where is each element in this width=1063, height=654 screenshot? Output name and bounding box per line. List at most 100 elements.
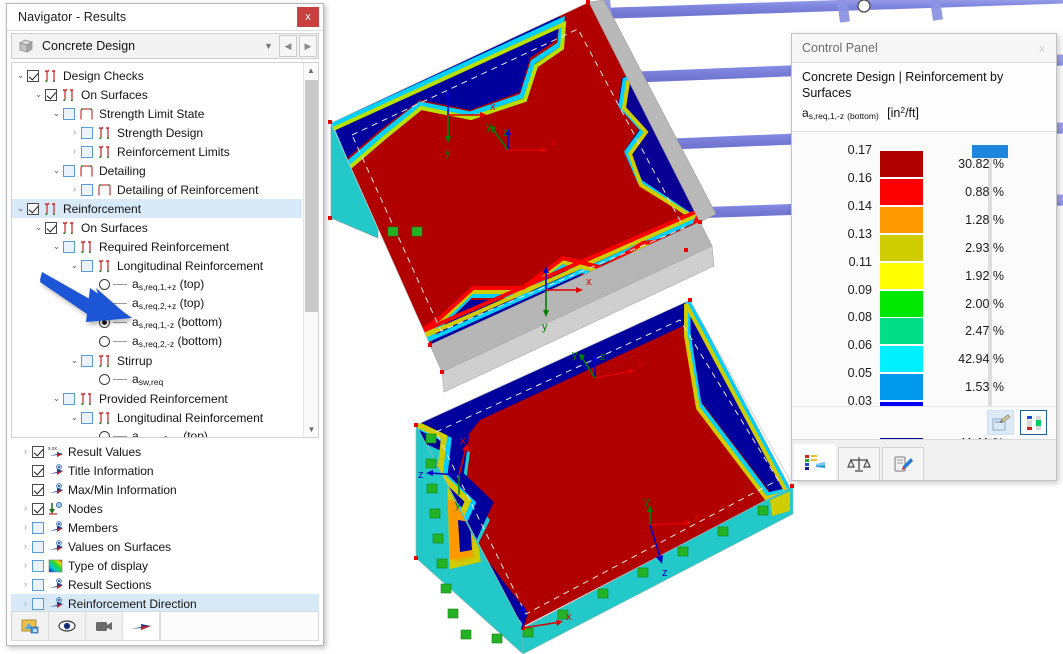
tree-item[interactable]: as,req,1,-z (bottom)	[12, 313, 302, 332]
navigator-bottom-toolbar[interactable]	[11, 611, 319, 641]
tree-scrollbar[interactable]: ▲ ▼	[303, 63, 318, 437]
tree-item[interactable]: ⌄ On Surfaces	[12, 218, 302, 237]
tree-item[interactable]: ⌄ Strength Limit State	[12, 104, 302, 123]
chevron-down-icon[interactable]: ⌄	[14, 199, 27, 218]
color-legend-icon[interactable]	[794, 444, 836, 480]
tree-item-radio[interactable]	[99, 431, 110, 437]
tree-item[interactable]: ⌄ Longitudinal Reinforcement	[12, 256, 302, 275]
chevron-right-icon[interactable]: ›	[19, 556, 32, 575]
eye-visibility-icon[interactable]	[49, 612, 86, 640]
tree-item[interactable]: as,req,1,+z (top)	[12, 275, 302, 294]
display-option-checkbox[interactable]	[32, 540, 44, 553]
tree-item-radio[interactable]	[99, 336, 110, 347]
tree-item-radio[interactable]	[99, 279, 110, 290]
tree-item[interactable]: › Strength Design	[12, 123, 302, 142]
legend-color-swatch[interactable]	[880, 290, 923, 317]
legend-color-swatch[interactable]	[880, 151, 923, 177]
tree-item-checkbox[interactable]	[81, 259, 93, 272]
control-panel-tabs[interactable]	[792, 439, 1056, 480]
navigator-results-window[interactable]: Navigator - Results x Concrete Design ▼ …	[6, 3, 324, 646]
display-option-item[interactable]: Max/Min Information	[11, 480, 319, 499]
tree-item[interactable]: ⌄ Detailing	[12, 161, 302, 180]
display-properties-icon[interactable]	[882, 447, 924, 480]
chevron-down-icon[interactable]: ⌄	[50, 389, 63, 408]
display-option-item[interactable]: › Type of display	[11, 556, 319, 575]
legend-color-swatch[interactable]	[880, 234, 923, 261]
display-option-checkbox[interactable]	[32, 483, 44, 496]
display-option-item[interactable]: › Values on Surfaces	[11, 537, 319, 556]
chevron-down-icon[interactable]: ⌄	[68, 256, 81, 275]
tree-item[interactable]: › Reinforcement Limits	[12, 142, 302, 161]
tree-item[interactable]: ⌄ Reinforcement	[12, 199, 302, 218]
render-view-icon[interactable]	[12, 612, 49, 640]
tree-item-checkbox[interactable]	[45, 88, 57, 101]
scroll-down-icon[interactable]: ▼	[304, 422, 318, 437]
chevron-right-icon[interactable]: ›	[19, 575, 32, 594]
display-option-item[interactable]: › Nodes	[11, 499, 319, 518]
tree-item[interactable]: ⌄ Stirrup	[12, 351, 302, 370]
tree-item-radio[interactable]	[99, 298, 110, 309]
tree-item-checkbox[interactable]	[45, 221, 57, 234]
chevron-right-icon[interactable]: ›	[68, 142, 81, 161]
tree-item[interactable]: ⌄ On Surfaces	[12, 85, 302, 104]
display-option-item[interactable]: › Members	[11, 518, 319, 537]
design-type-combobox[interactable]: Concrete Design ▼ ◀ ▶	[11, 33, 319, 59]
chevron-right-icon[interactable]: ›	[19, 499, 32, 518]
results-tree[interactable]: ⌄ Design Checks ⌄ On Surfaces ⌄ Strength Limi…	[12, 63, 302, 437]
results-tree-container[interactable]: ⌄ Design Checks ⌄ On Surfaces ⌄ Strength Limi…	[11, 62, 319, 438]
tree-item-checkbox[interactable]	[81, 411, 93, 424]
tree-item-checkbox[interactable]	[81, 354, 93, 367]
tree-item[interactable]: as,req,2,-z (bottom)	[12, 332, 302, 351]
chevron-down-icon[interactable]: ⌄	[32, 85, 45, 104]
tree-item[interactable]: as,prov,1,+z (top)	[12, 427, 302, 437]
legend-color-swatch[interactable]	[880, 346, 923, 373]
tree-item-checkbox[interactable]	[27, 202, 39, 215]
tree-item[interactable]: ⌄ Required Reinforcement	[12, 237, 302, 256]
display-option-item[interactable]: › Reinforcement Direction	[11, 594, 319, 612]
close-icon[interactable]: x	[297, 7, 319, 27]
chevron-right-icon[interactable]: ›	[19, 442, 32, 461]
tree-item[interactable]: as,req,2,+z (top)	[12, 294, 302, 313]
display-option-item[interactable]: › x.xx Result Values	[11, 442, 319, 461]
chevron-right-icon[interactable]: ›	[68, 180, 81, 199]
tree-item-checkbox[interactable]	[63, 164, 75, 177]
legend-color-swatch[interactable]	[880, 374, 923, 401]
display-option-checkbox[interactable]	[32, 578, 44, 591]
chevron-down-icon[interactable]: ⌄	[50, 104, 63, 123]
tree-item-checkbox[interactable]	[63, 107, 75, 120]
chevron-down-icon[interactable]: ⌄	[32, 218, 45, 237]
tree-item[interactable]: ⌄ Design Checks	[12, 66, 302, 85]
edit-colors-icon[interactable]	[987, 410, 1014, 435]
tree-item-checkbox[interactable]	[81, 145, 93, 158]
chevron-right-icon[interactable]: ›	[19, 518, 32, 537]
legend-color-swatch[interactable]	[880, 262, 923, 289]
control-panel-tool-buttons[interactable]	[792, 406, 1056, 438]
tree-item-checkbox[interactable]	[81, 183, 93, 196]
tree-item-radio[interactable]	[99, 374, 110, 385]
close-icon[interactable]: x	[1033, 40, 1051, 57]
reinforcement-direction-tab-icon[interactable]	[123, 612, 160, 640]
tree-item-checkbox[interactable]	[27, 69, 39, 82]
chevron-down-icon[interactable]: ⌄	[50, 161, 63, 180]
display-option-checkbox[interactable]	[32, 597, 44, 610]
display-option-checkbox[interactable]	[32, 502, 44, 515]
display-option-checkbox[interactable]	[32, 464, 44, 477]
control-panel-window[interactable]: Control Panel x Concrete Design | Reinfo…	[791, 33, 1057, 481]
legend-slider-handle-top[interactable]	[972, 145, 1008, 158]
chevron-right-icon[interactable]: ›	[68, 123, 81, 142]
tree-item-checkbox[interactable]	[63, 240, 75, 253]
display-option-item[interactable]: Title Information	[11, 461, 319, 480]
chevron-down-icon[interactable]: ⌄	[68, 408, 81, 427]
display-option-checkbox[interactable]	[32, 521, 44, 534]
scrollbar-thumb[interactable]	[305, 80, 318, 312]
legend-color-swatch[interactable]	[880, 206, 923, 233]
tree-item-radio[interactable]	[99, 317, 110, 328]
tree-item[interactable]: asw,req	[12, 370, 302, 389]
tree-item[interactable]: › Detailing of Reinforcement	[12, 180, 302, 199]
chevron-down-icon[interactable]: ⌄	[14, 66, 27, 85]
chevron-down-icon[interactable]: ▼	[260, 34, 277, 58]
camera-icon[interactable]	[86, 612, 123, 640]
chevron-right-icon[interactable]: ›	[19, 594, 32, 612]
display-option-item[interactable]: › Result Sections	[11, 575, 319, 594]
tree-item-checkbox[interactable]	[81, 126, 93, 139]
